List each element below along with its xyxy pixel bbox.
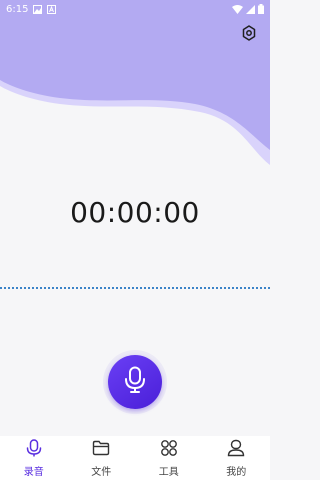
profile-icon [227,439,245,461]
nav-item-files[interactable]: 文件 [68,436,136,480]
nav-label-profile: 我的 [226,466,247,478]
record-button-ring [103,350,167,414]
settings-button[interactable] [240,25,258,45]
status-bar: 6:15 [0,0,270,18]
wifi-icon [232,4,243,14]
signal-icon [246,4,255,14]
gear-icon [241,25,257,45]
tools-grid-icon [160,439,178,461]
nav-item-tools[interactable]: 工具 [135,436,203,480]
nav-item-record[interactable]: 录音 [0,436,68,480]
nav-label-files: 文件 [91,466,112,478]
audio-waveform [0,287,270,289]
microphone-icon [25,438,43,461]
status-time: 6:15 [6,3,29,15]
recording-timer: 00:00:00 [70,196,200,229]
nav-item-profile[interactable]: 我的 [203,436,271,480]
battery-icon [258,4,264,14]
a-icon [47,4,57,14]
nav-label-record: 录音 [23,466,44,478]
gallery-icon [33,4,43,14]
microphone-icon [123,366,147,398]
folder-icon [92,439,110,461]
header-background [0,0,270,165]
bottom-navigation: 录音 文件 工具 我的 [0,436,270,480]
record-button[interactable] [108,355,162,409]
nav-label-tools: 工具 [158,466,179,478]
